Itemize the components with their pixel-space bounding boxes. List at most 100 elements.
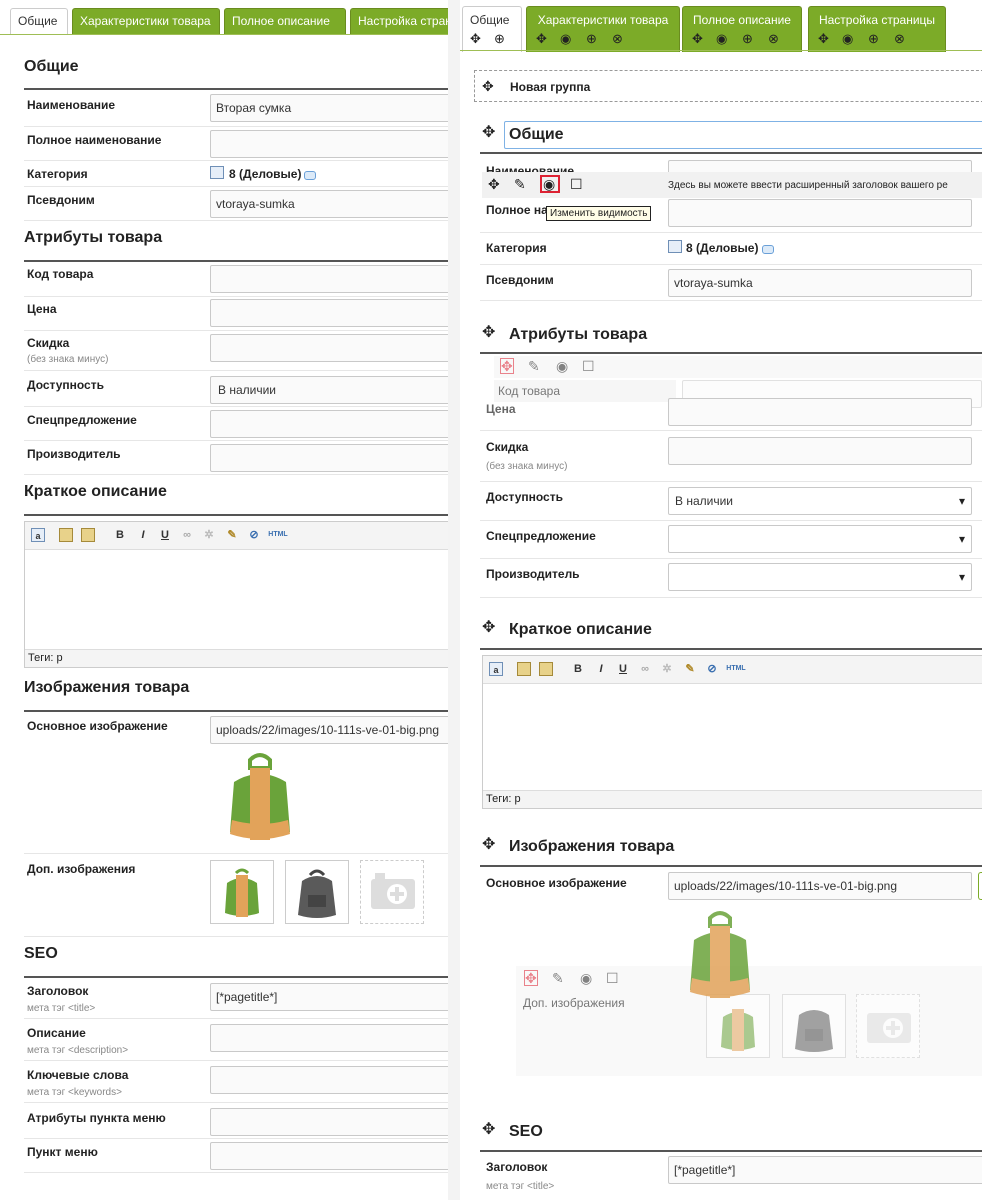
- special-offer-select[interactable]: [210, 410, 448, 438]
- fullname-input[interactable]: [210, 130, 448, 158]
- extra-image-thumb-green[interactable]: [210, 860, 274, 924]
- main-image-input[interactable]: uploads/22/images/10-111s-ve-01-big.png: [210, 716, 448, 744]
- eye-icon[interactable]: ◉: [842, 32, 853, 46]
- seo-keywords-input[interactable]: [210, 1066, 448, 1094]
- bag-green-image: [225, 868, 259, 917]
- move-icon[interactable]: ✥: [482, 325, 495, 341]
- seo-title-input[interactable]: [*pagetitle*]: [668, 1156, 982, 1184]
- link-icon[interactable]: ∞: [180, 528, 194, 542]
- select-all-icon[interactable]: a: [489, 662, 503, 676]
- add-image-button[interactable]: [360, 860, 424, 924]
- bold-icon[interactable]: B: [571, 662, 585, 676]
- discount-input[interactable]: [668, 437, 972, 465]
- eye-icon[interactable]: ◉: [556, 359, 568, 373]
- link-icon[interactable]: ∞: [638, 662, 652, 676]
- tab-characteristics[interactable]: Характеристики товара: [72, 8, 220, 34]
- close-icon[interactable]: ⊗: [894, 32, 905, 46]
- eye-icon[interactable]: ◉: [560, 32, 571, 46]
- move-icon[interactable]: ✥: [470, 32, 481, 46]
- manufacturer-select[interactable]: [210, 444, 448, 472]
- alias-input[interactable]: vtoraya-sumka: [210, 190, 448, 218]
- extra-image-thumb-grey[interactable]: [285, 860, 349, 924]
- availability-select[interactable]: В наличии: [668, 487, 972, 515]
- comment-icon[interactable]: [304, 171, 316, 180]
- move-icon[interactable]: ✥: [692, 32, 703, 46]
- add-image-button[interactable]: [856, 994, 920, 1058]
- add-icon[interactable]: ⊕: [494, 32, 505, 46]
- seo-description-input[interactable]: [210, 1024, 448, 1052]
- special-offer-select[interactable]: [668, 525, 972, 553]
- italic-icon[interactable]: I: [136, 528, 150, 542]
- paste-text-icon[interactable]: [59, 528, 73, 542]
- edit-icon[interactable]: ☐: [570, 177, 583, 191]
- availability-select[interactable]: В наличии: [210, 376, 448, 404]
- select-all-icon[interactable]: a: [31, 528, 45, 542]
- tab-characteristics[interactable]: Характеристики товара: [526, 6, 680, 52]
- paste-word-icon[interactable]: [81, 528, 95, 542]
- edit-icon[interactable]: ☐: [582, 359, 595, 373]
- move-icon[interactable]: ✥: [818, 32, 829, 46]
- row-divider: [480, 481, 982, 482]
- close-icon[interactable]: ⊗: [612, 32, 623, 46]
- menu-item-input[interactable]: [210, 1142, 448, 1170]
- move-icon[interactable]: ✥: [536, 32, 547, 46]
- move-icon[interactable]: ✥: [482, 125, 495, 141]
- close-icon[interactable]: ⊗: [768, 32, 779, 46]
- row-divider: [24, 330, 448, 331]
- name-input[interactable]: Вторая сумка: [210, 94, 448, 122]
- alias-input[interactable]: vtoraya-sumka: [668, 269, 972, 297]
- editor-toolbar: a B I U ∞ ✲ ✎ ⊘ HTML: [483, 656, 982, 684]
- move-icon[interactable]: ✥: [524, 970, 538, 986]
- unlink-icon[interactable]: ✲: [202, 528, 216, 542]
- extra-image-thumb-grey[interactable]: [782, 994, 846, 1058]
- html-icon[interactable]: HTML: [725, 662, 747, 676]
- bold-icon[interactable]: B: [113, 528, 127, 542]
- edit-icon[interactable]: ☐: [606, 971, 619, 985]
- eraser-icon[interactable]: ⊘: [705, 662, 719, 676]
- tab-general[interactable]: Общие: [10, 8, 68, 34]
- move-icon[interactable]: ✥: [482, 1122, 495, 1138]
- pencil-icon[interactable]: ✎: [528, 359, 540, 373]
- eye-icon[interactable]: ◉: [716, 32, 727, 46]
- short-description-editor[interactable]: a B I U ∞ ✲ ✎ ⊘ HTML Теги: p: [482, 655, 982, 809]
- short-description-editor[interactable]: a B I U ∞ ✲ ✎ ⊘ HTML Теги: p: [24, 521, 448, 668]
- window-icon: [210, 166, 224, 179]
- paste-word-icon[interactable]: [539, 662, 553, 676]
- add-icon[interactable]: ⊕: [868, 32, 879, 46]
- code-input[interactable]: [210, 265, 448, 293]
- price-input[interactable]: [210, 299, 448, 327]
- tab-page-settings[interactable]: Настройка страницы: [350, 8, 448, 34]
- group-title-input[interactable]: [504, 121, 982, 149]
- seo-title-input[interactable]: [*pagetitle*]: [210, 983, 448, 1011]
- move-icon[interactable]: ✥: [500, 358, 514, 374]
- category-value[interactable]: 8 (Деловые): [229, 167, 301, 181]
- cleanup-icon[interactable]: ✎: [225, 528, 239, 542]
- comment-icon[interactable]: [762, 245, 774, 254]
- move-icon[interactable]: ✥: [482, 79, 494, 93]
- menu-attrs-input[interactable]: [210, 1108, 448, 1136]
- cleanup-icon[interactable]: ✎: [683, 662, 697, 676]
- add-icon[interactable]: ⊕: [742, 32, 753, 46]
- manufacturer-select[interactable]: [668, 563, 972, 591]
- fullname-input[interactable]: [668, 199, 972, 227]
- italic-icon[interactable]: I: [594, 662, 608, 676]
- underline-icon[interactable]: U: [616, 662, 630, 676]
- unlink-icon[interactable]: ✲: [660, 662, 674, 676]
- move-icon[interactable]: ✥: [482, 620, 495, 636]
- move-icon[interactable]: ✥: [488, 177, 500, 191]
- add-icon[interactable]: ⊕: [586, 32, 597, 46]
- paste-text-icon[interactable]: [517, 662, 531, 676]
- browse-button[interactable]: [978, 872, 982, 900]
- main-image-input[interactable]: uploads/22/images/10-111s-ve-01-big.png: [668, 872, 972, 900]
- move-icon[interactable]: ✥: [482, 837, 495, 853]
- price-input[interactable]: [668, 398, 972, 426]
- category-value[interactable]: 8 (Деловые): [686, 241, 758, 255]
- tab-full-description[interactable]: Полное описание: [224, 8, 346, 34]
- html-icon[interactable]: HTML: [267, 528, 289, 542]
- underline-icon[interactable]: U: [158, 528, 172, 542]
- pencil-icon[interactable]: ✎: [552, 971, 564, 985]
- discount-input[interactable]: [210, 334, 448, 362]
- pencil-icon[interactable]: ✎: [514, 177, 526, 191]
- eye-icon[interactable]: ◉: [580, 971, 592, 985]
- eraser-icon[interactable]: ⊘: [247, 528, 261, 542]
